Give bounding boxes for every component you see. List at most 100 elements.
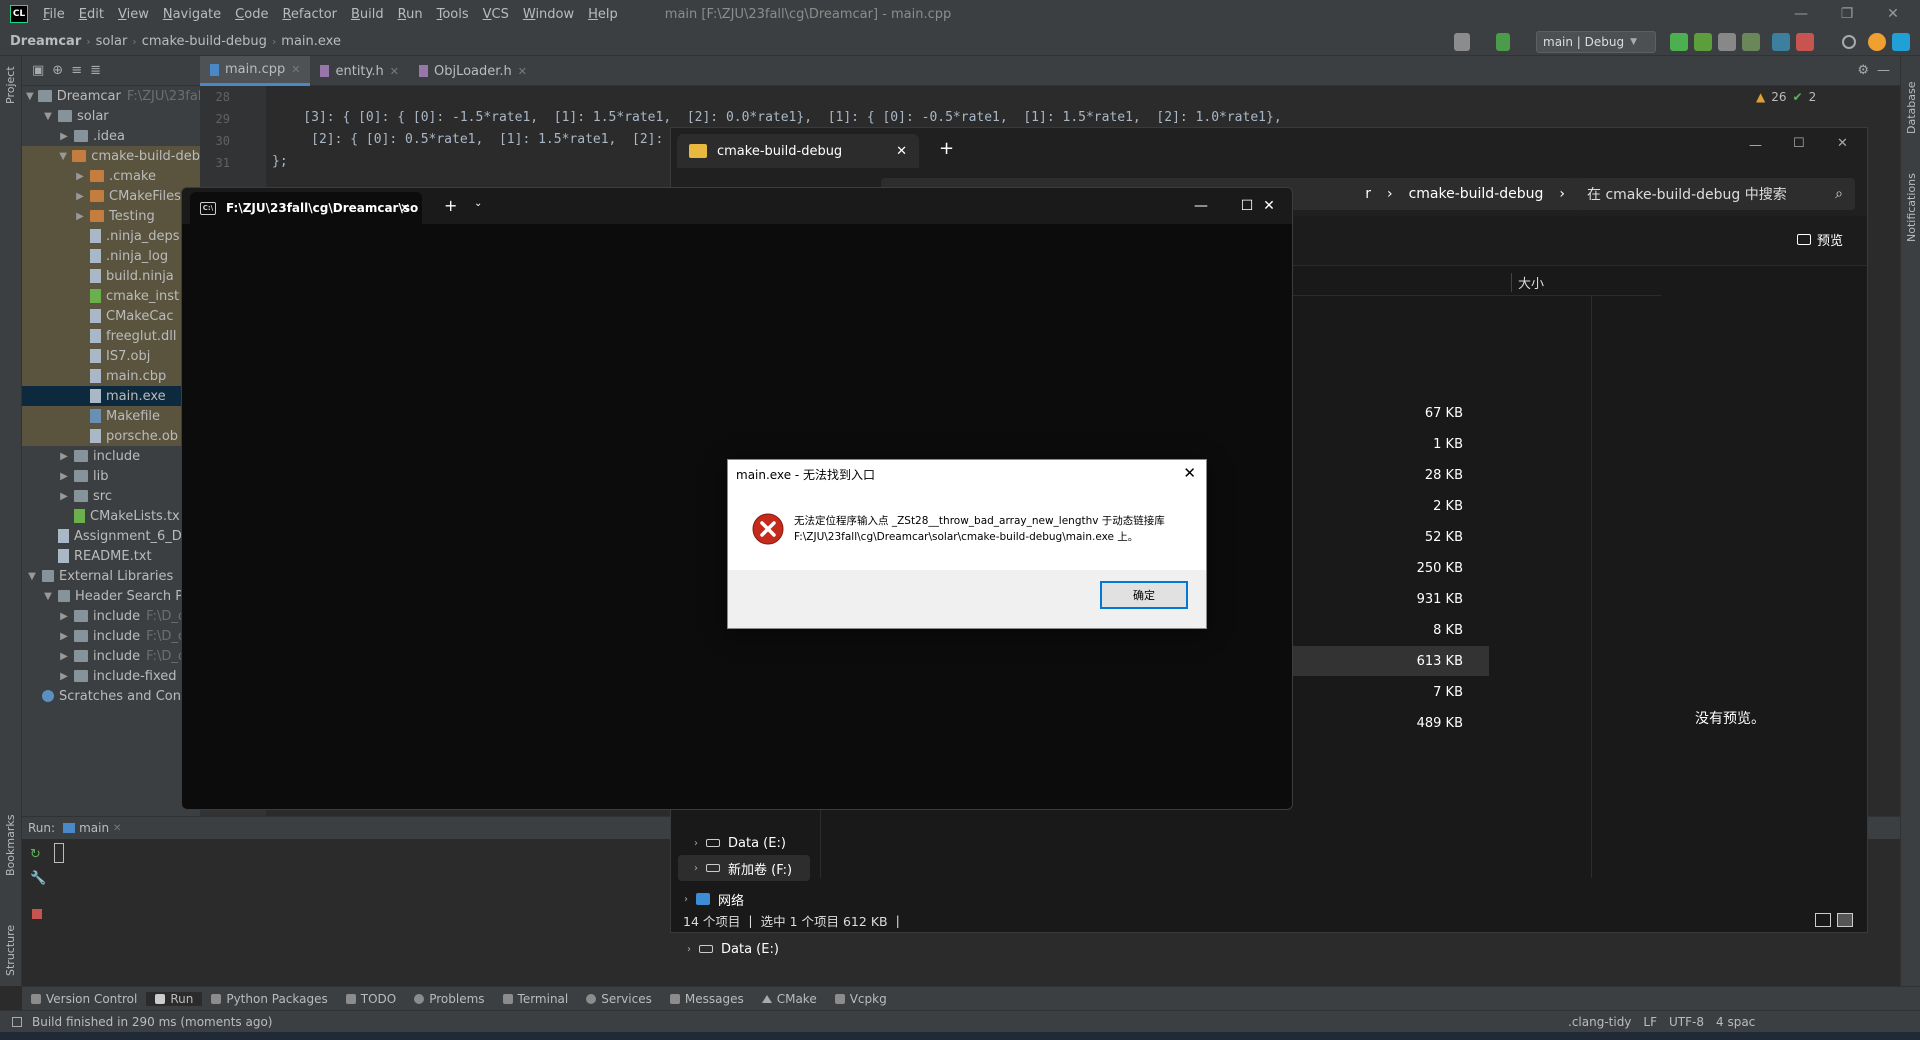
tree-item[interactable]: Scratches and Conso <box>22 686 200 706</box>
attach-icon[interactable] <box>1772 33 1790 51</box>
editor-tab-main-cpp[interactable]: main.cpp ✕ <box>200 56 311 86</box>
menu-help[interactable]: Help <box>581 7 625 22</box>
tab-run[interactable]: Run <box>146 991 203 1006</box>
tree-item[interactable]: ▶ include F:\D_c <box>22 646 200 666</box>
tree-item[interactable]: build.ninja <box>22 266 200 286</box>
breadcrumb-project[interactable]: Dreamcar <box>10 34 81 49</box>
tree-item[interactable]: Assignment_6_Dr <box>22 526 200 546</box>
wrench-icon[interactable]: 🔧 <box>30 871 46 886</box>
tiles-view-icon[interactable] <box>1837 913 1853 927</box>
menu-code[interactable]: Code <box>228 7 275 22</box>
user-icon[interactable] <box>1454 33 1470 51</box>
rerun-icon[interactable]: ↻ <box>30 847 41 862</box>
close-tab-icon[interactable]: ✕ <box>291 63 300 76</box>
close-icon[interactable]: ✕ <box>1246 188 1292 224</box>
tree-item[interactable]: ▶ CMakeFiles <box>22 186 200 206</box>
breadcrumb-solar[interactable]: solar <box>96 34 128 49</box>
tree-item[interactable]: ▶ src <box>22 486 200 506</box>
tree-item[interactable]: ▶ include F:\D_c <box>22 626 200 646</box>
gear-icon[interactable]: ⚙ <box>1857 63 1869 78</box>
update-icon[interactable] <box>1868 33 1886 51</box>
menu-window[interactable]: Window <box>516 7 581 22</box>
tree-item[interactable]: README.txt <box>22 546 200 566</box>
structure-tool-tab[interactable]: Structure <box>4 925 17 976</box>
tab-version-control[interactable]: Version Control <box>22 992 146 1006</box>
tree-item[interactable]: ▶ include <box>22 446 200 466</box>
tree-item[interactable]: ▶ .cmake <box>22 166 200 186</box>
inspection-widget[interactable]: ▲ 26 ✔ 2 <box>1756 90 1816 104</box>
tree-item[interactable]: .ninja_deps <box>22 226 200 246</box>
line-separator-indicator[interactable]: LF <box>1643 1015 1657 1029</box>
tab-todo[interactable]: TODO <box>337 992 405 1006</box>
debug-icon[interactable] <box>1694 33 1712 51</box>
tab-vcpkg[interactable]: Vcpkg <box>826 992 896 1006</box>
menu-vcs[interactable]: VCS <box>476 7 516 22</box>
tree-item[interactable]: cmake_inst <box>22 286 200 306</box>
close-icon[interactable]: ✕ <box>1870 0 1916 28</box>
clang-tidy-indicator[interactable]: .clang-tidy <box>1568 1015 1631 1029</box>
project-tool-tab[interactable]: Project <box>4 66 17 104</box>
minimize-icon[interactable]: — <box>1178 188 1224 224</box>
tab-terminal[interactable]: Terminal <box>494 992 578 1006</box>
nav-item-drive-f[interactable]: › 新加卷 (F:) <box>678 855 810 881</box>
chevron-down-icon[interactable]: ⌄ <box>474 198 482 209</box>
tree-item[interactable]: ▼ External Libraries <box>22 566 200 586</box>
tree-item[interactable]: ▼ cmake-build-deb <box>22 146 200 166</box>
coverage-icon[interactable] <box>1718 33 1736 51</box>
minimize-panel-icon[interactable]: — <box>1877 63 1890 78</box>
close-icon[interactable]: ✕ <box>1183 464 1196 482</box>
minimize-icon[interactable]: — <box>1778 0 1824 28</box>
nav-item-data-e[interactable]: › Data (E:) <box>678 830 810 856</box>
tree-item[interactable]: .ninja_log <box>22 246 200 266</box>
tree-item[interactable]: CMakeCac <box>22 306 200 326</box>
close-tab-icon[interactable]: ✕ <box>896 144 907 159</box>
encoding-indicator[interactable]: UTF-8 <box>1669 1015 1704 1029</box>
close-icon[interactable]: ✕ <box>1837 136 1848 151</box>
close-tab-icon[interactable]: ✕ <box>400 201 410 215</box>
database-tool-tab[interactable]: Database <box>1905 82 1918 135</box>
restore-icon[interactable]: ❐ <box>1824 0 1870 28</box>
details-view-icon[interactable] <box>1815 913 1831 927</box>
console-cursor[interactable] <box>54 843 64 863</box>
tree-item[interactable]: IS7.obj <box>22 346 200 366</box>
tree-item[interactable]: ▶ include-fixed <box>22 666 200 686</box>
explorer-search-input[interactable]: 在 cmake-build-debug 中搜索 ⌕ <box>1575 178 1855 210</box>
notifications-tool-tab[interactable]: Notifications <box>1905 173 1918 242</box>
collapse-all-icon[interactable]: ≣ <box>90 63 101 78</box>
menu-build[interactable]: Build <box>344 7 391 22</box>
run-configuration-select[interactable]: main | Debug ▼ <box>1536 31 1656 53</box>
tree-item[interactable]: ▶ .idea <box>22 126 200 146</box>
close-tab-icon[interactable]: ✕ <box>113 823 121 834</box>
bookmarks-tool-tab[interactable]: Bookmarks <box>4 815 17 876</box>
stop-icon[interactable] <box>1796 33 1814 51</box>
rerun-icon[interactable] <box>1670 33 1688 51</box>
tree-item[interactable]: ▶ include F:\D_c <box>22 606 200 626</box>
ok-button[interactable]: 确定 <box>1100 581 1188 609</box>
menu-run[interactable]: Run <box>391 7 430 22</box>
tab-python-packages[interactable]: Python Packages <box>202 992 336 1006</box>
menu-navigate[interactable]: Navigate <box>156 7 228 22</box>
run-tab-main[interactable]: main ✕ <box>63 821 121 835</box>
tree-item[interactable]: Makefile <box>22 406 200 426</box>
close-tab-icon[interactable]: ✕ <box>390 65 399 78</box>
expand-all-icon[interactable]: ≡ <box>71 63 82 78</box>
menu-file[interactable]: File <box>36 7 72 22</box>
tree-item-selected[interactable]: main.exe <box>22 386 200 406</box>
explorer-tab[interactable]: cmake-build-debug ✕ <box>677 134 919 168</box>
stop-icon[interactable] <box>32 909 42 919</box>
nav-item-data-e[interactable]: › Data (E:) <box>679 936 811 962</box>
close-tab-icon[interactable]: ✕ <box>518 65 527 78</box>
build-hammer-icon[interactable] <box>1496 33 1510 51</box>
maximize-icon[interactable]: ☐ <box>1793 136 1805 151</box>
tree-item[interactable]: porsche.ob <box>22 426 200 446</box>
size-column-header[interactable]: 大小 <box>1511 273 1544 292</box>
tree-item[interactable]: CMakeLists.tx <box>22 506 200 526</box>
menu-edit[interactable]: Edit <box>72 7 111 22</box>
tab-services[interactable]: Services <box>577 992 661 1006</box>
tree-item[interactable]: main.cbp <box>22 366 200 386</box>
tree-item[interactable]: ▼ Header Search P <box>22 586 200 606</box>
tree-item[interactable]: ▼ Dreamcar F:\ZJU\23fal <box>22 86 200 106</box>
preview-button[interactable]: 预览 <box>1796 230 1843 249</box>
console-tab[interactable]: C:\ F:\ZJU\23fall\cg\Dreamcar\so ✕ <box>190 192 422 224</box>
address-segment[interactable]: cmake-build-debug <box>1409 186 1544 202</box>
